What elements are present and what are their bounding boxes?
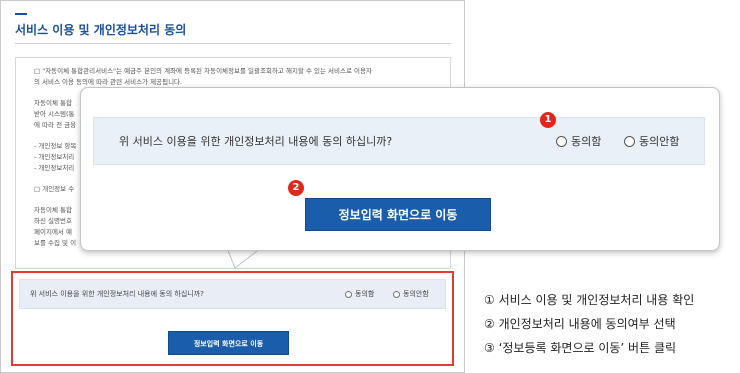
popup-disagree-radio[interactable]: 동의안함 — [624, 133, 679, 149]
agree-label: 동의함 — [355, 290, 375, 298]
popup-agree-label: 동의함 — [571, 135, 602, 148]
radio-icon — [624, 135, 635, 147]
popup-pointer — [226, 248, 262, 269]
agree-radio[interactable]: 동의함 — [345, 289, 374, 299]
title-accent-bar — [15, 13, 27, 15]
disagree-radio[interactable]: 동의안함 — [393, 289, 429, 299]
radio-icon — [393, 290, 400, 298]
go-to-info-input-button[interactable]: 정보입력 화면으로 이동 — [168, 331, 289, 355]
radio-icon — [345, 290, 352, 298]
popup-disagree-label: 동의안함 — [639, 135, 680, 148]
consent-question: 위 서비스 이용을 위한 개인정보처리 내용에 동의 하십니까? — [30, 290, 204, 298]
step-item: ① 서비스 이용 및 개인정보처리 내용 확인 — [484, 293, 695, 307]
zoom-callout-popup: 위 서비스 이용을 위한 개인정보처리 내용에 동의 하십니까? 동의함 동의안… — [80, 87, 720, 251]
consent-highlight-frame: 위 서비스 이용을 위한 개인정보처리 내용에 동의 하십니까? 동의함 동의안… — [11, 271, 454, 366]
terms-line: □ "자동이체 통합관리서비스"는 예금주 본인의 계좌에 등록된 자동이체정보… — [34, 67, 372, 75]
popup-agree-radio[interactable]: 동의함 — [556, 133, 601, 149]
popup-question-row: 위 서비스 이용을 위한 개인정보처리 내용에 동의 하십니까? 동의함 동의안… — [93, 117, 705, 165]
popup-go-to-info-input-button[interactable]: 정보입력 화면으로 이동 — [305, 198, 491, 231]
steps-list: ① 서비스 이용 및 개인정보처리 내용 확인 ② 개인정보처리 내용에 동의여… — [484, 288, 694, 360]
disagree-label: 동의안함 — [403, 290, 429, 298]
step-1-badge: 1 — [540, 112, 556, 128]
step-item: ③ ‘정보등록 화면으로 이동’ 버튼 클릭 — [484, 341, 677, 355]
radio-icon — [556, 135, 567, 147]
consent-question-row: 위 서비스 이용을 위한 개인정보처리 내용에 동의 하십니까? 동의함 동의안… — [19, 279, 446, 309]
page-title: 서비스 이용 및 개인정보처리 동의 — [15, 23, 187, 37]
title-divider — [15, 43, 451, 44]
step-item: ② 개인정보처리 내용에 동의여부 선택 — [484, 317, 676, 331]
popup-consent-question: 위 서비스 이용을 위한 개인정보처리 내용에 동의 하십니까? — [119, 135, 393, 148]
step-2-badge: 2 — [288, 180, 304, 196]
